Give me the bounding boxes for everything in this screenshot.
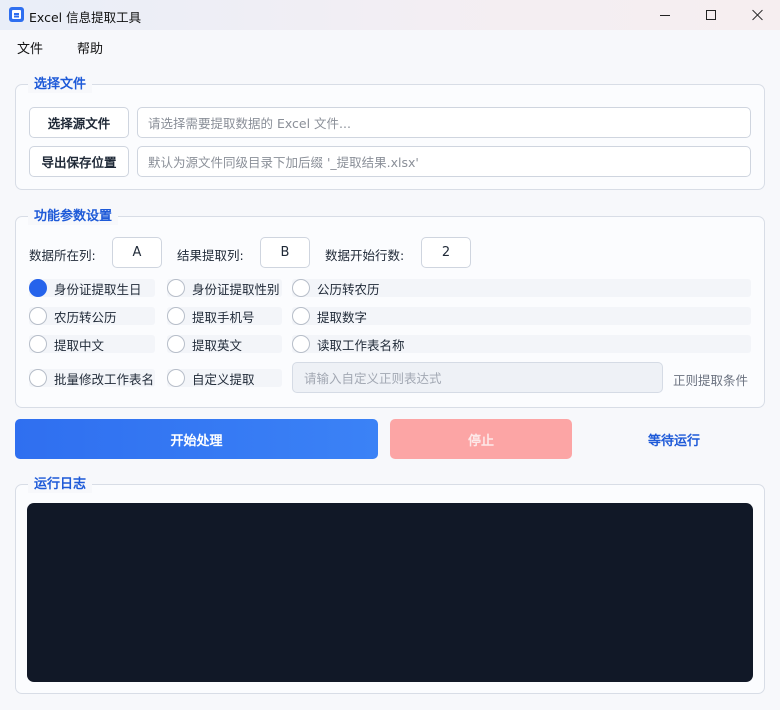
regex-label: 正则提取条件	[673, 373, 749, 388]
option-custom-extract[interactable]: 自定义提取	[167, 369, 282, 387]
option-extract-english[interactable]: 提取英文	[167, 335, 282, 353]
params-group-title: 功能参数设置	[28, 208, 119, 225]
status-label: 等待运行	[647, 433, 700, 449]
radio-indicator	[29, 307, 47, 325]
option-id-gender[interactable]: 身份证提取性别	[167, 279, 282, 297]
radio-indicator	[292, 335, 310, 353]
start-button[interactable]: 开始处理	[15, 419, 378, 459]
source-file-input[interactable]: 请选择需要提取数据的 Excel 文件...	[137, 107, 751, 138]
data-column-input[interactable]: A	[112, 237, 162, 268]
close-icon	[751, 9, 763, 21]
option-lunar-to-solar[interactable]: 农历转公历	[29, 307, 155, 325]
minimize-icon	[660, 14, 670, 16]
title-bar: Excel 信息提取工具	[0, 0, 780, 30]
radio-indicator	[167, 307, 185, 325]
select-source-button[interactable]: 选择源文件	[29, 107, 129, 138]
export-location-button[interactable]: 导出保存位置	[29, 146, 129, 177]
radio-indicator	[167, 279, 185, 297]
option-extract-number[interactable]: 提取数字	[292, 307, 751, 325]
log-output[interactable]	[27, 503, 753, 682]
app-icon	[9, 7, 24, 22]
start-row-label: 数据开始行数:	[325, 248, 405, 263]
log-group-title: 运行日志	[28, 476, 93, 493]
data-column-label: 数据所在列:	[29, 248, 96, 263]
export-path-input[interactable]: 默认为源文件同级目录下加后缀 '_提取结果.xlsx'	[137, 146, 751, 177]
radio-indicator	[167, 335, 185, 353]
radio-indicator	[292, 307, 310, 325]
radio-indicator	[292, 279, 310, 297]
start-row-input[interactable]: 2	[421, 237, 471, 268]
regex-input[interactable]: 请输入自定义正则表达式	[292, 362, 663, 393]
option-extract-chinese[interactable]: 提取中文	[29, 335, 155, 353]
radio-indicator	[167, 369, 185, 387]
result-column-input[interactable]: B	[260, 237, 310, 268]
option-read-sheet-names[interactable]: 读取工作表名称	[292, 335, 751, 353]
radio-indicator	[29, 369, 47, 387]
maximize-button[interactable]	[688, 0, 734, 30]
option-solar-to-lunar[interactable]: 公历转农历	[292, 279, 751, 297]
stop-button[interactable]: 停止	[390, 419, 572, 459]
menu-bar: 文件 帮助	[0, 30, 780, 62]
result-column-label: 结果提取列:	[177, 248, 244, 263]
option-rename-sheets[interactable]: 批量修改工作表名	[29, 369, 155, 387]
window-title: Excel 信息提取工具	[29, 10, 142, 25]
maximize-icon	[706, 10, 716, 20]
option-id-birthday[interactable]: 身份证提取生日	[29, 279, 155, 297]
menu-help[interactable]: 帮助	[77, 38, 103, 57]
close-button[interactable]	[734, 0, 780, 30]
menu-file[interactable]: 文件	[17, 38, 43, 57]
radio-indicator	[29, 279, 47, 297]
option-extract-phone[interactable]: 提取手机号	[167, 307, 282, 325]
minimize-button[interactable]	[642, 0, 688, 30]
radio-indicator	[29, 335, 47, 353]
file-group-title: 选择文件	[28, 76, 93, 93]
